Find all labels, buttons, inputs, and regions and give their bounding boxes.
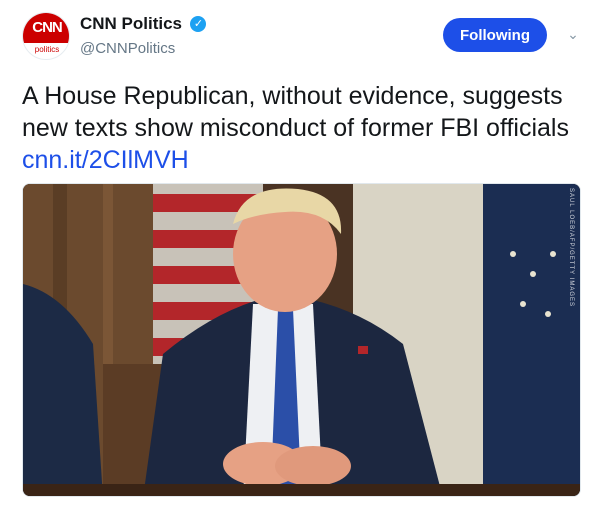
verified-badge-icon: ✓ [190, 16, 207, 32]
account-handle[interactable]: @CNNPolitics [80, 40, 206, 57]
chevron-down-icon[interactable]: ⌄ [565, 26, 581, 42]
photo-credit: SAUL LOEB/AFP/GETTY IMAGES [568, 188, 574, 308]
account-names[interactable]: CNN Politics ✓ @CNNPolitics [80, 14, 207, 57]
politics-label: politics [34, 45, 60, 54]
avatar[interactable]: CNN politics [22, 12, 70, 60]
cnn-logo: CNN [23, 13, 69, 43]
tweet-photo[interactable]: SAUL LOEB/AFP/GETTY IMAGES [22, 183, 581, 497]
tweet-text: A House Republican, without evidence, su… [22, 80, 582, 176]
following-button[interactable]: Following [443, 18, 547, 52]
photo-illustration [23, 184, 580, 496]
display-name[interactable]: CNN Politics [80, 14, 182, 34]
tweet-body: A House Republican, without evidence, su… [22, 82, 569, 142]
tweet-header: CNN politics CNN Politics ✓ @CNNPolitics… [22, 12, 582, 68]
tweet-link[interactable]: cnn.it/2CIlMVH [22, 146, 189, 174]
